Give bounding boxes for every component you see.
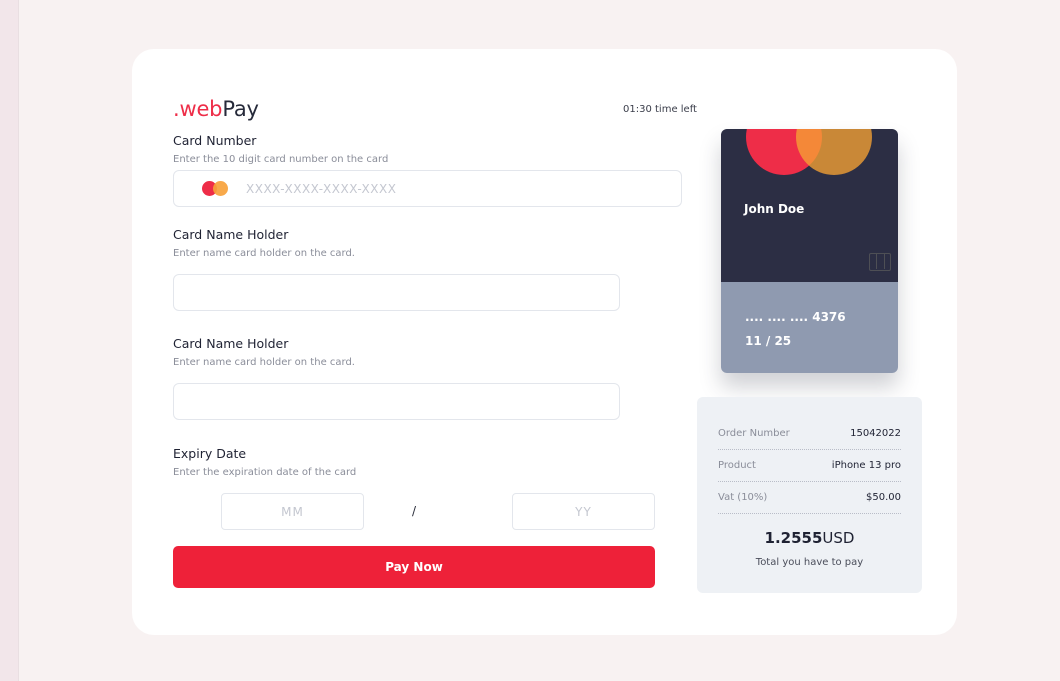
card-number-label: Card Number (173, 133, 257, 148)
expiry-month-field (221, 493, 364, 530)
card-holder-2-input[interactable] (174, 384, 619, 419)
card-holder-2-hint: Enter name card holder on the card. (173, 357, 355, 368)
card-number-hint: Enter the 10 digit card number on the ca… (173, 154, 389, 165)
expiry-year-input[interactable] (513, 494, 654, 529)
mastercard-icon (202, 181, 230, 197)
total-currency: USD (822, 529, 855, 547)
summary-value: 15042022 (850, 428, 901, 439)
card-preview: John Doe .... .... .... 4376 11 / 25 (721, 129, 898, 373)
brand-logo: .webPay (173, 97, 259, 121)
card-holder-label: Card Name Holder (173, 227, 289, 242)
summary-key: Vat (10%) (718, 492, 768, 503)
expiry-hint: Enter the expiration date of the card (173, 467, 357, 478)
summary-row-vat: Vat (10%) $50.00 (718, 482, 901, 514)
order-summary: Order Number 15042022 Product iPhone 13 … (697, 397, 922, 593)
brand-logo-text: Pay (222, 97, 259, 121)
left-edge-strip (0, 0, 19, 681)
card-holder-hint: Enter name card holder on the card. (173, 248, 355, 259)
total-amount: 1.2555USD (697, 529, 922, 547)
card-preview-bottom (721, 282, 898, 373)
payment-panel: .webPay 01:30 time left Card Number Ente… (132, 49, 957, 635)
card-preview-expiry: 11 / 25 (745, 334, 792, 348)
card-preview-top: John Doe (721, 129, 898, 282)
summary-value: iPhone 13 pro (831, 460, 901, 471)
card-holder-2-label: Card Name Holder (173, 336, 289, 351)
summary-row-order-number: Order Number 15042022 (718, 418, 901, 450)
summary-key: Product (718, 460, 756, 471)
card-number-field (173, 170, 682, 207)
expiry-label: Expiry Date (173, 446, 247, 461)
expiry-separator: / (412, 504, 417, 518)
summary-key: Order Number (718, 428, 790, 439)
card-number-input[interactable] (246, 171, 666, 206)
mastercard-logo-yellow-circle (796, 129, 872, 175)
pay-now-button[interactable]: Pay Now (173, 546, 655, 588)
total-caption: Total you have to pay (755, 557, 864, 568)
card-preview-number: .... .... .... 4376 (745, 310, 846, 324)
expiry-month-input[interactable] (222, 494, 363, 529)
card-holder-input[interactable] (174, 275, 619, 310)
card-preview-holder: John Doe (744, 202, 805, 216)
brand-logo-accent: .web (173, 97, 223, 121)
expiry-year-field (512, 493, 655, 530)
card-holder-2-field (173, 383, 620, 420)
countdown-timer: 01:30 time left (623, 104, 697, 115)
total-amount-value: 1.2555 (764, 529, 823, 547)
card-chip-icon (869, 253, 891, 271)
card-holder-field (173, 274, 620, 311)
summary-row-product: Product iPhone 13 pro (718, 450, 901, 482)
summary-value: $50.00 (866, 492, 901, 503)
